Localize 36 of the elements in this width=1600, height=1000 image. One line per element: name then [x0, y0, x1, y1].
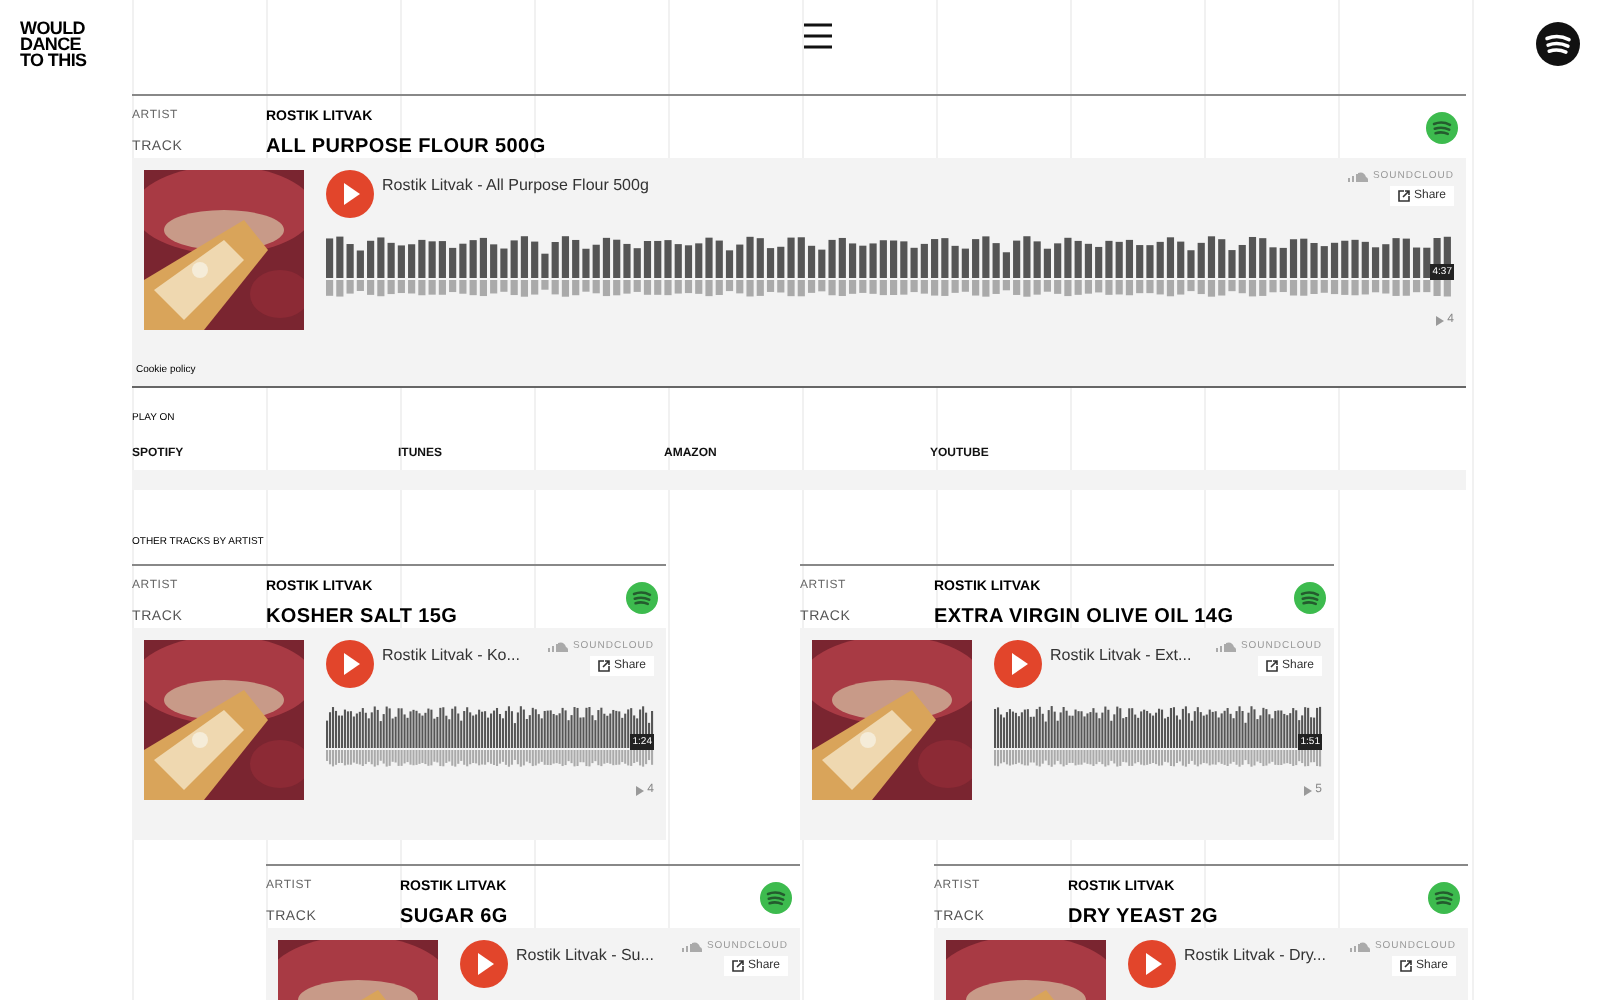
play-icon[interactable]: [1128, 940, 1176, 988]
track-title: Rostik Litvak - All Purpose Flour 500g: [382, 176, 651, 194]
share-icon: [731, 960, 744, 972]
logo[interactable]: WOULD DANCE TO THIS: [20, 20, 100, 68]
play-icon[interactable]: [326, 640, 374, 688]
share-icon: [1265, 660, 1278, 672]
track-title: Rostik Litvak - Dry...: [1184, 946, 1328, 964]
play-icon: [635, 785, 644, 795]
play-icon: [1303, 785, 1312, 795]
cloud-icon: [1348, 171, 1369, 181]
cloud-icon: [1216, 641, 1237, 651]
spotify-icon[interactable]: [760, 881, 792, 913]
track-name: DRY YEAST 2G: [1068, 905, 1221, 927]
track-name: SUGAR 6G: [400, 905, 510, 927]
play-icon[interactable]: [994, 640, 1042, 688]
track-title: Rostik Litvak - Su...: [516, 946, 656, 964]
share-icon: [597, 660, 610, 672]
track-title: Rostik Litvak - Ext...: [1050, 646, 1194, 664]
play-icon[interactable]: [326, 170, 374, 218]
track-name: ALL PURPOSE FLOUR 500G: [266, 135, 548, 157]
menu-icon[interactable]: [804, 22, 832, 50]
share-icon: [1397, 190, 1410, 202]
spotify-icon[interactable]: [1294, 581, 1326, 613]
track-name: EXTRA VIRGIN OLIVE OIL 14G: [934, 605, 1236, 627]
play-icon[interactable]: [460, 940, 508, 988]
cloud-icon: [1350, 941, 1371, 951]
play-icon: [1435, 315, 1444, 325]
spotify-icon[interactable]: [1426, 111, 1458, 143]
spotify-icon[interactable]: [1428, 881, 1460, 913]
track-name: KOSHER SALT 15G: [266, 605, 460, 627]
cloud-icon: [682, 941, 703, 951]
share-icon: [1399, 960, 1412, 972]
spotify-icon[interactable]: [626, 581, 658, 613]
track-title: Rostik Litvak - Ko...: [382, 646, 522, 664]
cloud-icon: [548, 641, 569, 651]
spotify-icon[interactable]: [1536, 22, 1580, 66]
